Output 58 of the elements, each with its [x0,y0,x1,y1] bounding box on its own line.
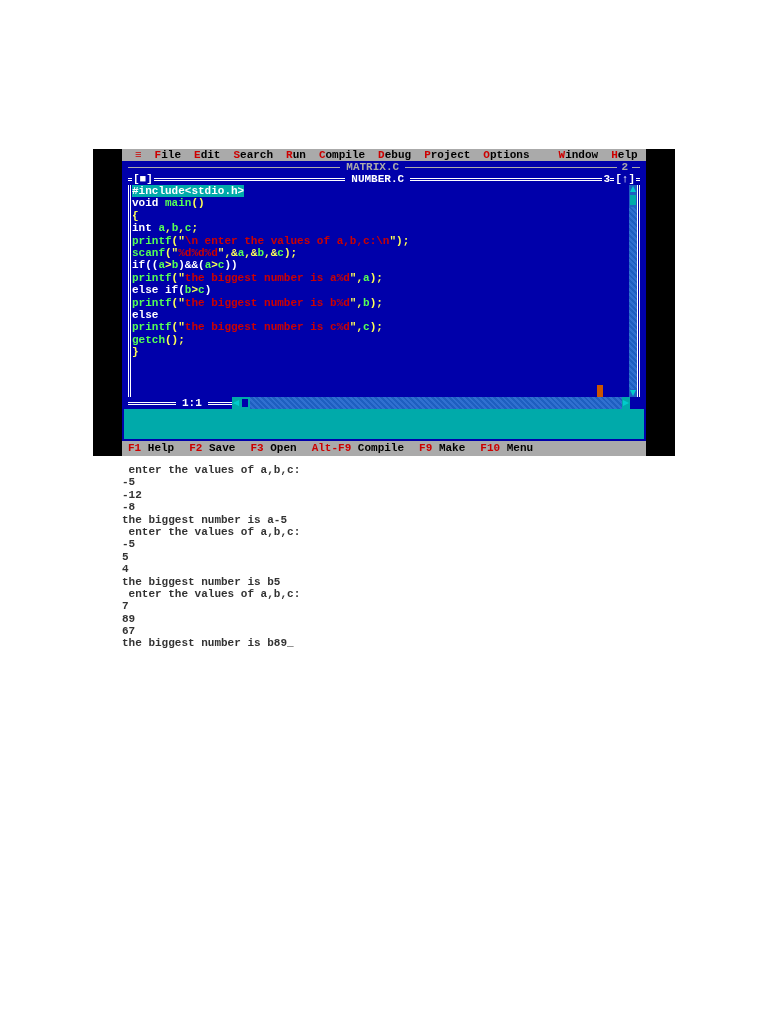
scroll-up-icon[interactable] [629,185,637,193]
code-line: getch(); [132,333,185,346]
code-line: printf("the biggest number is b%d",b); [132,296,383,309]
menu-item[interactable]: Compile [311,149,372,161]
code-line: int a,b,c; [132,222,199,235]
menu-item[interactable]: Help [604,149,644,161]
window-number: 2 [620,161,629,173]
vertical-scrollbar[interactable] [629,185,637,397]
console-line: the biggest number is b5 [122,575,282,588]
console-line: enter the values of a,b,c: [127,525,302,539]
scroll-thumb[interactable] [241,399,248,407]
console-line: enter the values of a,b,c: [127,464,302,477]
scroll-left-icon[interactable] [231,399,240,407]
shortcut-hint[interactable]: Alt-F9 Compile [311,441,405,456]
code-line: { [132,209,139,222]
scroll-thumb[interactable] [630,195,636,205]
horizontal-scrollbar[interactable] [231,397,630,409]
menu-item[interactable]: Options [476,149,536,161]
console-line: -8 [122,501,137,514]
console-line: 89 [122,612,137,626]
menu-item[interactable]: Debug [371,149,418,161]
menu-item[interactable]: Project [417,149,477,161]
menu-item[interactable]: Search [226,149,280,161]
menu-item[interactable]: Window [551,149,605,161]
code-line: printf("the biggest number is c%d",c); [132,321,383,334]
shortcut-hint[interactable]: F1 Help [128,441,175,456]
code-line: printf("\n enter the values of a,b,c:\n"); [132,234,410,247]
console-line: 4 [122,563,130,576]
window-title: NUMBER.C [350,173,406,185]
code-line: void main() [132,197,205,210]
zoom-box[interactable]: [↑] [614,173,636,185]
console-line: 7 [122,600,130,613]
console-line: the biggest number is b89_ [122,637,295,650]
console-line: -12 [122,488,143,502]
shortcut-hint[interactable]: F3 Open [250,441,297,456]
cursor-block [597,385,603,397]
code-line: } [132,346,139,359]
console-line: 5 [122,550,130,564]
shortcut-hint[interactable]: F9 Make [419,441,466,456]
cursor-position: 1:1 [181,397,203,409]
code-line: if((a>b)&&(a>c)) [132,259,238,272]
shortcut-hint[interactable]: F10 Menu [480,441,534,456]
window-number: 3 [602,173,611,185]
menu-item[interactable]: Edit [187,149,227,161]
menu-item[interactable]: Run [279,149,312,161]
shortcut-hint[interactable]: F2 Save [189,441,236,456]
menu-item[interactable]: File [147,149,188,161]
console-line: -5 [122,476,137,489]
code-line: else [132,308,159,321]
back-window-title: MATRIX.C [345,161,401,173]
code-line: else if(b>c) [132,284,212,297]
console-line: 67 [122,625,137,638]
close-box[interactable]: [■] [132,173,154,185]
console-line: -5 [122,538,137,551]
console-line: the biggest number is a-5 [122,513,289,526]
code-line: scanf("%d%d%d",&a,&b,&c); [132,246,298,259]
console-line: enter the values of a,b,c: [127,587,302,601]
code-line: printf("the biggest number is a%d",a); [132,271,383,284]
